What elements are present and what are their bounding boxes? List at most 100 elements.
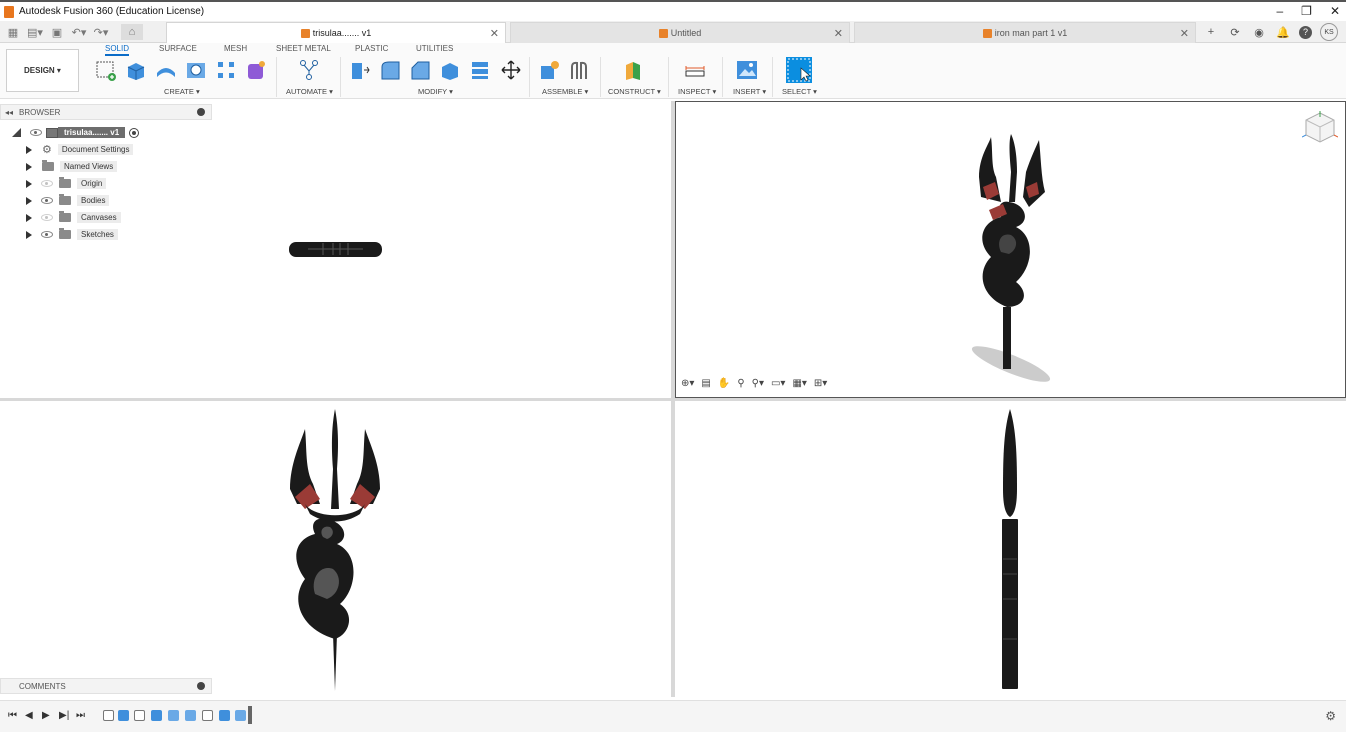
revolve-icon[interactable] xyxy=(155,59,177,81)
visibility-eye-icon[interactable] xyxy=(30,129,42,136)
browser-item-named-views[interactable]: Named Views xyxy=(26,160,118,173)
pattern-icon[interactable] xyxy=(215,59,237,81)
expand-triangle-icon[interactable] xyxy=(26,179,32,188)
tab-sheet-metal[interactable]: SHEET METAL xyxy=(276,44,331,53)
help-icon[interactable]: ? xyxy=(1299,25,1312,39)
job-status-icon[interactable]: ◉ xyxy=(1251,24,1267,40)
pan-icon[interactable]: ✋ xyxy=(718,378,730,389)
home-icon[interactable]: ⌂ xyxy=(121,24,143,40)
play-icon[interactable]: ▶ xyxy=(42,710,50,721)
notifications-icon[interactable]: 🔔 xyxy=(1275,24,1291,40)
joint-icon[interactable] xyxy=(568,59,590,81)
new-tab-icon[interactable]: + xyxy=(1203,24,1219,40)
create-menu[interactable]: CREATE ▾ xyxy=(164,87,200,96)
browser-item-bodies[interactable]: Bodies xyxy=(26,194,110,207)
fillet-icon[interactable] xyxy=(379,59,401,81)
tab-surface[interactable]: SURFACE xyxy=(159,44,197,53)
expand-triangle-icon[interactable] xyxy=(26,145,32,154)
visibility-eye-icon[interactable] xyxy=(41,231,53,238)
undo-icon[interactable]: ↶▾ xyxy=(71,24,87,40)
browser-item-origin[interactable]: Origin xyxy=(26,177,107,190)
timeline-marker[interactable] xyxy=(248,706,252,724)
pin-icon[interactable] xyxy=(197,108,205,116)
shell-icon[interactable] xyxy=(439,59,461,81)
timeline-canvas-icon[interactable] xyxy=(118,710,129,721)
assemble-menu[interactable]: ASSEMBLE ▾ xyxy=(542,87,588,96)
press-pull-icon[interactable] xyxy=(349,59,371,81)
close-tab-icon[interactable]: ✕ xyxy=(490,27,499,40)
tab-trisulaa[interactable]: trisulaa....... v1 ✕ xyxy=(166,22,506,43)
automate-icon[interactable] xyxy=(298,59,320,81)
browser-item-document-settings[interactable]: ⚙ Document Settings xyxy=(26,143,134,156)
comments-panel-header[interactable]: COMMENTS xyxy=(0,678,212,694)
save-icon[interactable]: ▣ xyxy=(49,24,65,40)
extrude-icon[interactable] xyxy=(125,59,147,81)
fit-icon[interactable]: ⚲▾ xyxy=(752,378,764,389)
browser-panel-header[interactable]: ◂◂ BROWSER xyxy=(0,104,212,120)
tab-untitled[interactable]: Untitled ✕ xyxy=(510,22,850,43)
orbit-icon[interactable]: ⊕▾ xyxy=(681,378,694,389)
modify-menu[interactable]: MODIFY ▾ xyxy=(418,87,453,96)
create-form-icon[interactable] xyxy=(245,59,267,81)
viewport-perspective[interactable] xyxy=(675,101,1346,398)
move-copy-icon[interactable] xyxy=(500,59,522,81)
timeline-fillet-icon[interactable] xyxy=(168,710,179,721)
visibility-eye-icon[interactable] xyxy=(41,180,53,187)
look-at-icon[interactable]: ▤ xyxy=(701,378,710,389)
tab-iron-man[interactable]: iron man part 1 v1 ✕ xyxy=(854,22,1196,43)
timeline-extrude-icon[interactable] xyxy=(219,710,230,721)
tab-utilities[interactable]: UTILITIES xyxy=(416,44,453,53)
viewport-side[interactable] xyxy=(675,401,1346,697)
visibility-eye-icon[interactable] xyxy=(41,214,53,221)
timeline-sketch-icon[interactable] xyxy=(103,710,114,721)
close-tab-icon[interactable]: ✕ xyxy=(1180,27,1189,40)
step-forward-icon[interactable]: ▶| xyxy=(59,710,69,721)
expand-triangle-icon[interactable] xyxy=(26,230,32,239)
file-menu-icon[interactable]: ▤▾ xyxy=(27,24,43,40)
viewports-icon[interactable]: ⊞▾ xyxy=(814,378,827,389)
go-to-start-icon[interactable]: ⏮ xyxy=(8,710,17,721)
activate-radio-icon[interactable] xyxy=(129,127,140,138)
offset-plane-icon[interactable] xyxy=(622,59,644,81)
insert-menu[interactable]: INSERT ▾ xyxy=(733,87,766,96)
combine-icon[interactable] xyxy=(469,59,491,81)
viewport-front[interactable] xyxy=(0,401,671,697)
close-window-button[interactable]: ✕ xyxy=(1330,4,1340,18)
visibility-eye-icon[interactable] xyxy=(41,197,53,204)
extensions-icon[interactable]: ⟳ xyxy=(1227,24,1243,40)
minimize-button[interactable]: – xyxy=(1276,4,1283,18)
automate-menu[interactable]: AUTOMATE ▾ xyxy=(286,87,333,96)
select-menu[interactable]: SELECT ▾ xyxy=(782,87,817,96)
new-component-icon[interactable] xyxy=(538,59,560,81)
timeline-extrude-icon[interactable] xyxy=(151,710,162,721)
grid-menu-icon[interactable]: ▦ xyxy=(5,24,21,40)
collapse-browser-icon[interactable]: ◂◂ xyxy=(5,108,13,117)
select-icon[interactable] xyxy=(786,57,812,83)
expand-triangle-icon[interactable] xyxy=(26,162,32,171)
step-back-icon[interactable]: ◀ xyxy=(25,710,33,721)
viewcube-icon[interactable] xyxy=(1302,109,1338,145)
timeline-sketch-icon[interactable] xyxy=(202,710,213,721)
zoom-icon[interactable]: ⚲ xyxy=(737,378,744,389)
browser-item-canvases[interactable]: Canvases xyxy=(26,211,121,224)
timeline-sketch-icon[interactable] xyxy=(134,710,145,721)
timeline-fillet-icon[interactable] xyxy=(185,710,196,721)
construct-menu[interactable]: CONSTRUCT ▾ xyxy=(608,87,661,96)
insert-image-icon[interactable] xyxy=(736,59,758,81)
browser-root-item[interactable]: trisulaa....... v1 xyxy=(12,126,140,139)
browser-item-sketches[interactable]: Sketches xyxy=(26,228,118,241)
redo-icon[interactable]: ↷▾ xyxy=(93,24,109,40)
close-tab-icon[interactable]: ✕ xyxy=(834,27,843,40)
restore-button[interactable]: ❐ xyxy=(1301,4,1312,18)
tab-mesh[interactable]: MESH xyxy=(224,44,247,53)
pin-icon[interactable] xyxy=(197,682,205,690)
viewport-horizontal-divider[interactable] xyxy=(0,398,1346,401)
display-settings-icon[interactable]: ▭▾ xyxy=(771,378,785,389)
tab-solid[interactable]: SOLID xyxy=(105,44,130,56)
go-to-end-icon[interactable]: ⏭ xyxy=(76,710,85,721)
timeline-settings-gear-icon[interactable]: ⚙ xyxy=(1325,709,1336,723)
chamfer-icon[interactable] xyxy=(409,59,431,81)
inspect-menu[interactable]: INSPECT ▾ xyxy=(678,87,716,96)
expand-triangle-icon[interactable] xyxy=(26,196,32,205)
create-sketch-icon[interactable] xyxy=(95,59,117,81)
